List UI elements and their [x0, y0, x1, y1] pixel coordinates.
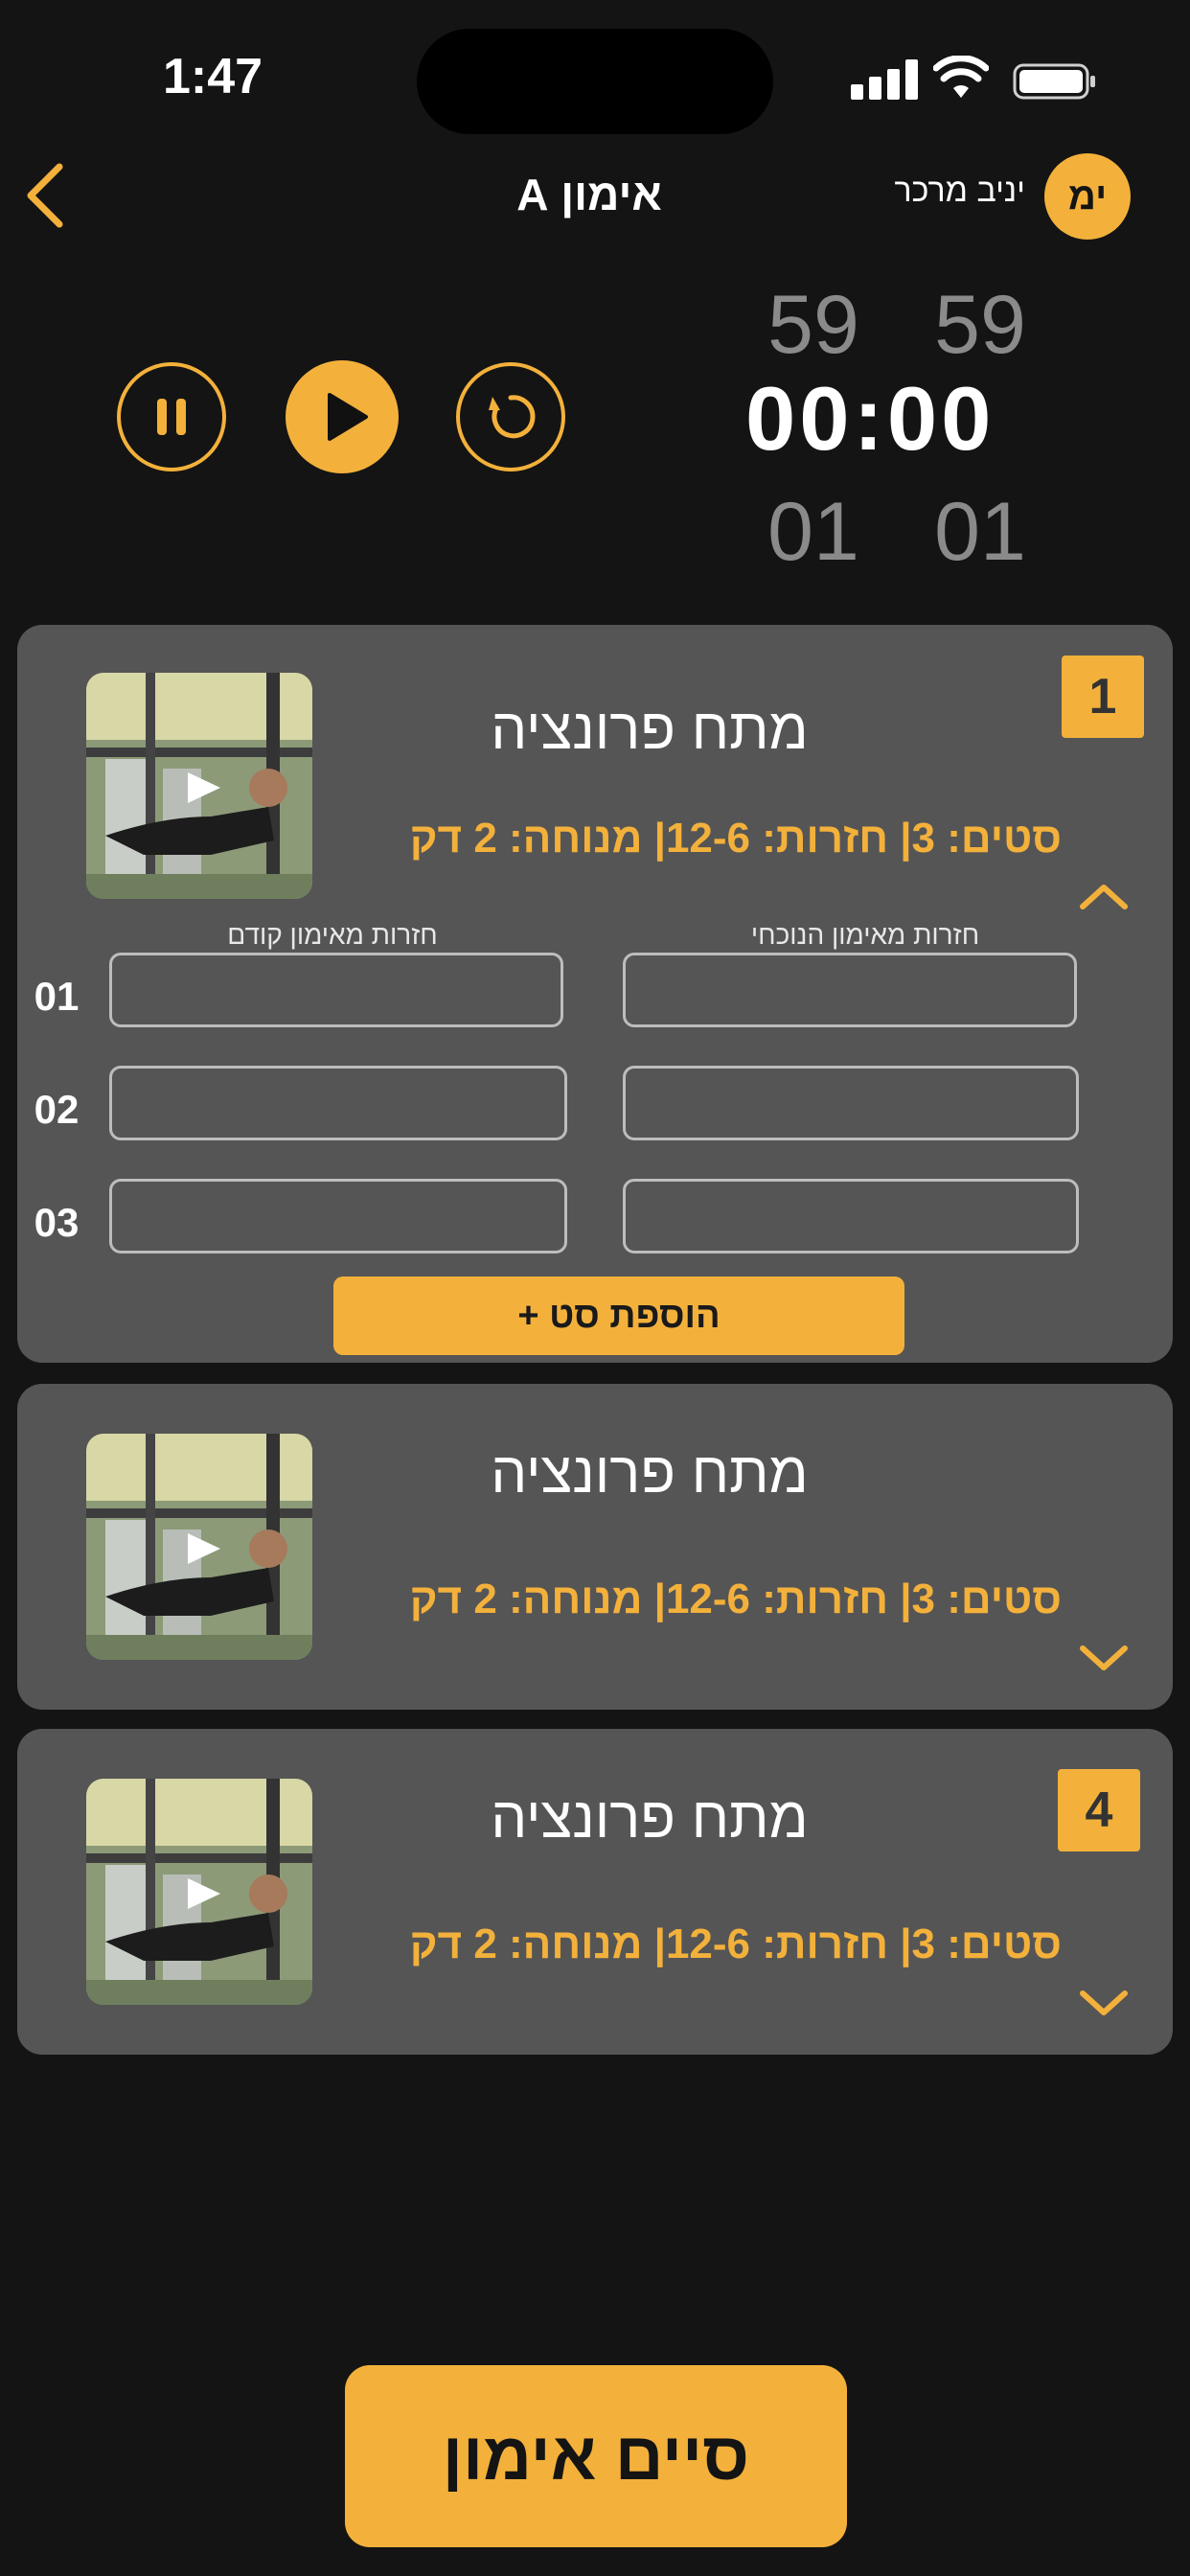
- exercise-details: סטים: 3| חזרות: 12-6| מנוחה: 2 דק: [409, 815, 1062, 862]
- exercise-index-badge: 4: [1058, 1769, 1140, 1852]
- pause-button[interactable]: [117, 362, 226, 472]
- status-time: 1:47: [163, 49, 263, 104]
- add-set-button[interactable]: הוספת סט +: [333, 1276, 904, 1355]
- current-reps-header: חזרות מאימון הנוכחי: [750, 920, 980, 950]
- finish-workout-button[interactable]: סיים אימון: [345, 2365, 847, 2547]
- exercise-details: סטים: 3| חזרות: 12-6| מנוחה: 2 דק: [409, 1576, 1062, 1622]
- chevron-up-icon[interactable]: [1077, 880, 1131, 914]
- exercise-video-thumbnail[interactable]: [86, 1779, 312, 2005]
- chevron-left-icon[interactable]: [17, 161, 75, 230]
- timer-next-minutes[interactable]: 01: [751, 491, 876, 573]
- play-button[interactable]: [286, 360, 399, 473]
- set-number: 01: [34, 974, 80, 1019]
- previous-reps-field[interactable]: [109, 1179, 567, 1254]
- chevron-down-icon[interactable]: [1077, 1641, 1131, 1675]
- exercise-name: מתח פרונציה: [491, 1785, 809, 1850]
- battery-icon: [1013, 63, 1095, 100]
- pause-icon: [157, 399, 186, 435]
- wifi-icon: [933, 56, 989, 98]
- timer-prev-seconds[interactable]: 59: [918, 284, 1042, 366]
- timer-separator: :: [853, 368, 887, 469]
- exercise-card-2[interactable]: מתח פרונציה סטים: 3| חזרות: 12-6| מנוחה:…: [17, 1384, 1173, 1710]
- restart-button[interactable]: [456, 362, 565, 472]
- exercise-index-badge: 1: [1062, 656, 1144, 738]
- current-reps-field[interactable]: [623, 1066, 1079, 1140]
- current-reps-field[interactable]: [623, 1179, 1079, 1254]
- exercise-card-4[interactable]: מתח פרונציה סטים: 3| חזרות: 12-6| מנוחה:…: [17, 1729, 1173, 2055]
- exercise-details: סטים: 3| חזרות: 12-6| מנוחה: 2 דק: [409, 1920, 1062, 1967]
- timer-seconds[interactable]: 00: [887, 368, 995, 469]
- cellular-signal-icon: [851, 59, 918, 100]
- set-number: 03: [34, 1200, 80, 1245]
- play-icon: [328, 393, 368, 441]
- chevron-down-icon[interactable]: [1077, 1986, 1131, 2020]
- avatar[interactable]: ימ: [1044, 153, 1131, 240]
- previous-reps-field[interactable]: [109, 953, 563, 1027]
- current-reps-field[interactable]: [623, 953, 1077, 1027]
- page-title: אימון A: [516, 170, 662, 219]
- restart-icon: [489, 395, 536, 439]
- exercise-name: מתח פרונציה: [491, 1440, 809, 1505]
- previous-reps-field[interactable]: [109, 1066, 567, 1140]
- timer-display: 00:00: [745, 374, 995, 464]
- user-name: יניב מרכר: [894, 172, 1025, 209]
- exercise-card-1[interactable]: מתח פרונציה סטים: 3| חזרות: 12-6| מנוחה:…: [17, 625, 1173, 1363]
- exercise-video-thumbnail[interactable]: [86, 673, 312, 899]
- timer-next-seconds[interactable]: 01: [918, 491, 1042, 573]
- timer-prev-minutes[interactable]: 59: [751, 284, 876, 366]
- exercise-video-thumbnail[interactable]: [86, 1434, 312, 1660]
- timer-minutes[interactable]: 00: [745, 368, 854, 469]
- set-number: 02: [34, 1087, 80, 1132]
- previous-reps-header: חזרות מאימון קודם: [227, 920, 438, 950]
- dynamic-island: [417, 29, 773, 134]
- exercise-name: מתח פרונציה: [491, 697, 809, 761]
